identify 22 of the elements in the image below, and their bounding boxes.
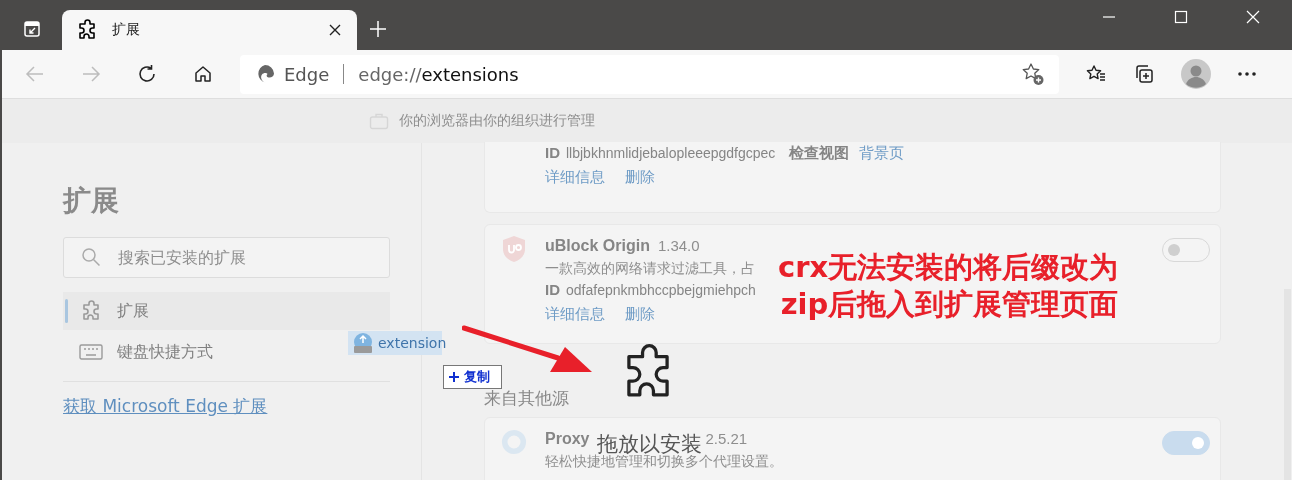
annotation-text: zip后拖入到扩展管理页面 (780, 286, 1119, 323)
extension-id: llbjbkhnmlidjebalopleeepgdfgcpec (566, 144, 776, 163)
extension-name: uBlock Origin (545, 236, 650, 256)
extension-version: 1.34.0 (657, 236, 700, 256)
tab-title: 扩展 (112, 21, 141, 39)
file-name: extension (378, 335, 447, 351)
banner-text: 你的浏览器由你的组织进行管理 (399, 112, 595, 130)
extension-description: 轻松快捷地管理和切换多个代理设置。 (545, 453, 783, 471)
extension-version: 2.5.21 (705, 429, 748, 449)
inspect-label: 检查视图 (789, 143, 850, 163)
id-label: ID (545, 143, 560, 163)
drop-label: 拖放以安装 (597, 433, 702, 455)
extension-id: odfafepnkmbhccpbejgmiehpch (566, 281, 756, 300)
id-label: ID (545, 280, 560, 300)
extension-name: Proxy (545, 429, 590, 449)
page-title: 扩展 (63, 183, 119, 219)
copy-label: 复制 (464, 368, 490, 386)
site-label: Edge (284, 63, 330, 85)
section-heading: 来自其他源 (484, 388, 569, 410)
extension-description: 一款高效的网络请求过滤工具，占 (545, 259, 755, 278)
annotation-text: crx无法安装的将后缀改为 (778, 249, 1119, 286)
url-text: edge://extensions (358, 63, 519, 85)
